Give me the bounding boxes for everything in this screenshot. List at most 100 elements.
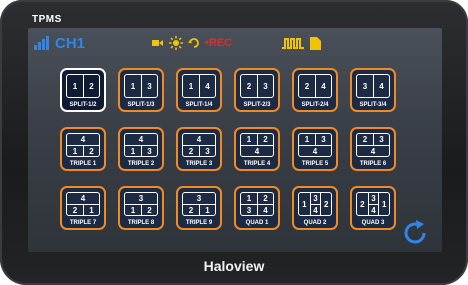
tile-label: TRIPLE 2	[127, 161, 155, 167]
tile-label: TRIPLE 4	[243, 161, 271, 167]
layout-tile[interactable]: 1 2 3 4 QUAD 1	[234, 186, 280, 230]
split-preview: 12	[66, 74, 100, 98]
tile-label: SPLIT-2/3	[243, 102, 271, 108]
split-preview: 412	[66, 133, 100, 157]
signal-status: CH1	[34, 32, 85, 54]
split-cell: 4	[315, 75, 331, 97]
split-cell: 1	[125, 204, 141, 215]
mode-icons	[282, 32, 321, 54]
split-cell: 4	[367, 204, 379, 215]
layout-tile[interactable]: 4 1 3 TRIPLE 2	[118, 127, 164, 171]
split-cell: 2	[360, 199, 365, 209]
split-cell: 3	[138, 194, 144, 203]
tile-label: QUAD 1	[245, 220, 269, 226]
layout-tile[interactable]: 1 4 SPLIT-1/4	[176, 68, 222, 112]
split-cell: 4	[241, 145, 273, 156]
split-cell: 3	[367, 193, 379, 204]
file-icon	[310, 36, 321, 50]
split-preview: 14	[182, 74, 216, 98]
split-cell: 4	[299, 145, 331, 156]
split-cell: 1	[304, 135, 310, 144]
split-cell: 2	[246, 81, 252, 91]
split-cell: 2	[67, 204, 83, 215]
screen: CH1 •REC 1 2 SPLIT-1/2 1 3 SPLIT-1/3 1 4…	[28, 28, 442, 252]
layout-tile[interactable]: 3 2 1 TRIPLE 9	[176, 186, 222, 230]
split-preview: 23	[240, 74, 274, 98]
rotate-icon	[188, 38, 199, 48]
split-cell: 3	[257, 75, 273, 97]
split-preview: 321	[182, 192, 216, 216]
split-cell: 1	[246, 194, 252, 203]
signal-icon	[34, 36, 49, 50]
rec-label: REC	[208, 37, 233, 49]
layout-tile[interactable]: 2 4 SPLIT-2/4	[292, 68, 338, 112]
rec-indicator: •REC	[205, 37, 233, 49]
split-cell: 3	[362, 81, 368, 91]
split-cell: 1	[72, 81, 78, 91]
tile-label: TRIPLE 9	[185, 220, 213, 226]
layout-tile[interactable]: 3 1 2 TRIPLE 8	[118, 186, 164, 230]
split-preview: 423	[182, 133, 216, 157]
split-preview: 124	[240, 133, 274, 157]
brand-logo: Haloview	[203, 258, 265, 274]
split-cell: 4	[373, 75, 389, 97]
split-cell: 1	[302, 199, 307, 209]
split-preview: 312	[124, 192, 158, 216]
split-cell: 2	[257, 193, 273, 204]
split-cell: 3	[241, 204, 257, 215]
layout-tile[interactable]: 4 2 1 TRIPLE 7	[60, 186, 106, 230]
tile-label: SPLIT-1/4	[185, 102, 213, 108]
split-cell: 2	[183, 204, 199, 215]
camera-icon	[152, 40, 163, 46]
split-cell: 1	[83, 204, 99, 215]
split-cell: 1	[67, 145, 83, 156]
split-cell: 2	[362, 135, 368, 144]
wave-icon	[282, 38, 304, 49]
split-cell: 4	[357, 145, 389, 156]
tile-label: TRIPLE 6	[359, 161, 387, 167]
split-cell: 2	[141, 204, 157, 215]
layout-tile[interactable]: 2 3 4 TRIPLE 6	[350, 127, 396, 171]
layout-tile[interactable]: 2 3 SPLIT-2/3	[234, 68, 280, 112]
layout-grid: 1 2 SPLIT-1/2 1 3 SPLIT-1/3 1 4 SPLIT-1/4 2 3 SPLIT…	[60, 68, 415, 244]
tile-label: SPLIT-1/2	[69, 102, 97, 108]
split-cell: 1	[130, 81, 136, 91]
split-cell: 4	[138, 135, 144, 144]
tile-label: SPLIT-1/3	[127, 102, 155, 108]
tile-label: QUAD 2	[303, 220, 327, 226]
refresh-icon[interactable]	[400, 218, 430, 248]
split-cell: 1	[246, 135, 252, 144]
split-preview: 34	[356, 74, 390, 98]
layout-tile[interactable]: 1 3 2 4 QUAD 2	[292, 186, 338, 230]
layout-tile[interactable]: 1 2 4 TRIPLE 4	[234, 127, 280, 171]
split-cell: 4	[80, 135, 86, 144]
haloview-monitor: TPMS CH1 •REC 1 2 SPLIT-1/2 1 3 SPLIT-1/…	[0, 0, 468, 285]
split-preview: 13	[124, 74, 158, 98]
split-cell: 3	[373, 134, 389, 145]
split-cell: 3	[196, 194, 202, 203]
split-cell: 2	[257, 134, 273, 145]
layout-tile[interactable]: 1 3 4 TRIPLE 5	[292, 127, 338, 171]
channel-label: CH1	[55, 34, 86, 52]
device-label: TPMS	[32, 14, 62, 25]
layout-tile[interactable]: 4 2 3 TRIPLE 3	[176, 127, 222, 171]
split-cell: 3	[141, 75, 157, 97]
split-cell: 4	[309, 204, 321, 215]
split-cell: 4	[196, 135, 202, 144]
layout-tile[interactable]: 1 2 SPLIT-1/2	[60, 68, 106, 112]
split-cell: 2	[83, 145, 99, 156]
layout-tile[interactable]: 3 4 SPLIT-3/4	[350, 68, 396, 112]
tile-label: SPLIT-2/4	[301, 102, 329, 108]
split-cell: 4	[257, 204, 273, 215]
split-cell: 2	[320, 193, 331, 215]
split-preview: 1234	[240, 192, 274, 216]
layout-tile[interactable]: 4 1 2 TRIPLE 1	[60, 127, 106, 171]
split-cell: 2	[183, 145, 199, 156]
layout-tile[interactable]: 2 3 1 4 QUAD 3	[350, 186, 396, 230]
tile-label: TRIPLE 5	[301, 161, 329, 167]
layout-tile[interactable]: 1 3 SPLIT-1/3	[118, 68, 164, 112]
status-icons: •REC	[150, 32, 232, 54]
tile-label: SPLIT-3/4	[359, 102, 387, 108]
split-preview: 24	[298, 74, 332, 98]
split-preview: 421	[66, 192, 100, 216]
